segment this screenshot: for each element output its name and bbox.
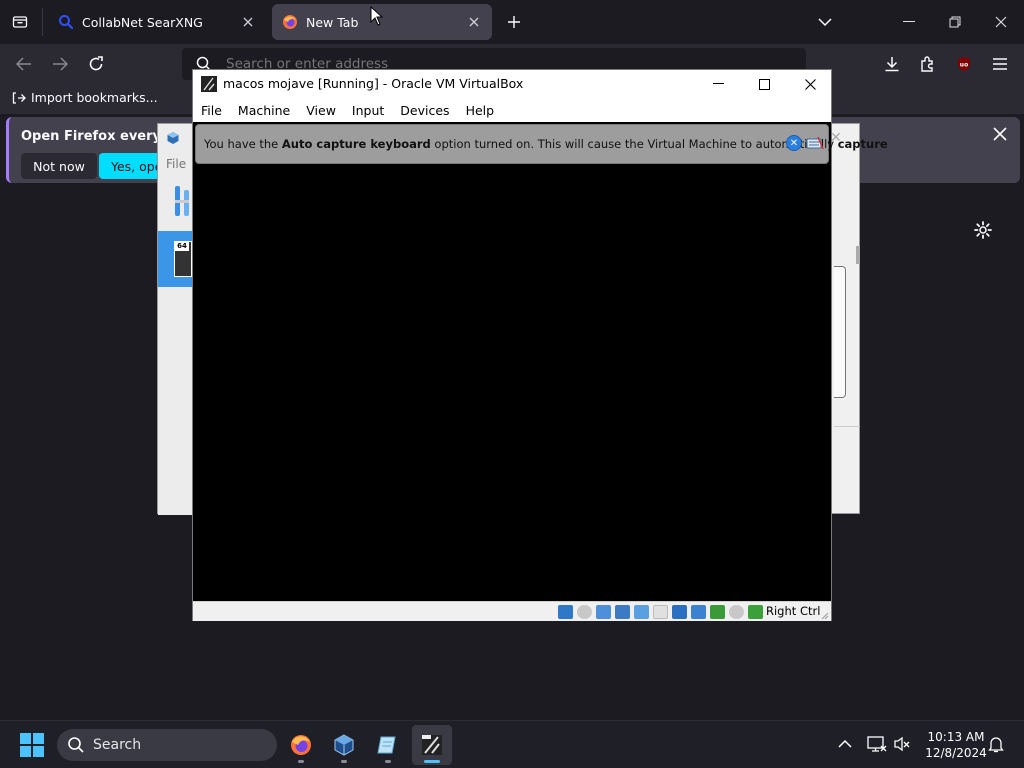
windows-start-icon[interactable]: [20, 733, 44, 757]
vm-close-button[interactable]: [787, 70, 833, 98]
firefox-view-icon[interactable]: [8, 10, 32, 34]
system-clock[interactable]: 10:13 AM 12/8/2024: [916, 729, 996, 761]
back-button[interactable]: [10, 50, 38, 78]
notifications-bell-icon[interactable]: [987, 735, 1005, 753]
virtualbox-icon: [334, 734, 354, 756]
firefox-favicon-icon: [282, 14, 298, 30]
notepad-icon: [377, 736, 396, 754]
extensions-puzzle-icon[interactable]: [914, 50, 942, 78]
search-icon: [68, 737, 84, 753]
vm-app-icon: [422, 735, 442, 755]
network-icon[interactable]: [615, 605, 630, 619]
close-banner-icon[interactable]: ✕: [786, 135, 802, 151]
menu-file[interactable]: File: [201, 103, 222, 118]
vm-menu-bar: File Machine View Input Devices Help: [193, 98, 831, 122]
recording-icon[interactable]: [710, 605, 725, 619]
network-icon[interactable]: [867, 735, 887, 753]
divider: [834, 426, 860, 427]
taskbar-virtualbox[interactable]: [324, 725, 364, 765]
menu-devices[interactable]: Devices: [400, 103, 449, 118]
tab-collabnet-searxng[interactable]: CollabNet SearXNG: [48, 4, 266, 40]
running-indicator: [341, 760, 347, 763]
vm-title-bar[interactable]: macos mojave [Running] - Oracle VM Virtu…: [193, 70, 831, 98]
vm-status-bar: Right Ctrl: [193, 601, 831, 621]
tab-title: New Tab: [306, 14, 359, 30]
shared-folders-icon[interactable]: [653, 605, 668, 619]
taskbar-search[interactable]: Search: [57, 729, 277, 761]
hard-disk-icon[interactable]: [558, 605, 573, 619]
running-indicator: [298, 760, 304, 763]
import-bookmarks-button[interactable]: Import bookmarks...: [12, 90, 158, 105]
close-window-button[interactable]: [978, 0, 1024, 44]
keyboard-capture-icon[interactable]: [748, 605, 763, 619]
clock-time: 10:13 AM: [927, 730, 985, 744]
restore-window-button[interactable]: [932, 0, 978, 44]
do-not-show-again-icon[interactable]: [806, 135, 824, 151]
vm-minimize-button[interactable]: [695, 70, 741, 98]
active-indicator: [424, 760, 440, 763]
clock-date: 12/8/2024: [925, 746, 987, 760]
details-panel-edge: [834, 266, 846, 398]
forward-button[interactable]: [46, 50, 74, 78]
audio-icon[interactable]: [596, 605, 611, 619]
list-all-tabs-chevron-down-icon[interactable]: [814, 11, 836, 33]
minimize-window-button[interactable]: [886, 0, 932, 44]
vm-maximize-button[interactable]: [741, 70, 787, 98]
magnifier-favicon-icon: [58, 14, 74, 30]
vm-app-icon: [201, 76, 217, 92]
close-tab-icon[interactable]: [466, 14, 482, 30]
manager-scrollbar[interactable]: [856, 246, 860, 264]
not-now-button[interactable]: Not now: [21, 153, 97, 179]
vm-list-sidebar: [158, 124, 194, 515]
tools-icon[interactable]: [173, 184, 193, 218]
close-notification-icon[interactable]: [993, 127, 1013, 147]
vm-64bit-badge: 64: [175, 242, 189, 251]
taskbar: Search 10:13 AM 12/8/2024: [0, 720, 1024, 768]
vm-window-title: macos mojave [Running] - Oracle VM Virtu…: [223, 76, 524, 91]
tab-strip: CollabNet SearXNG New Tab: [0, 0, 1024, 44]
close-tab-icon[interactable]: [240, 14, 256, 30]
new-tab-plus-icon[interactable]: [503, 11, 525, 33]
hamburger-menu-icon[interactable]: [986, 50, 1014, 78]
host-key-label: Right Ctrl: [766, 604, 821, 618]
virtualbox-logo-icon: [166, 131, 180, 145]
firefox-icon: [291, 735, 311, 755]
ublock-origin-icon[interactable]: uo: [950, 50, 978, 78]
mouse-cursor-icon: [370, 6, 384, 26]
reload-button[interactable]: [82, 50, 110, 78]
mouse-integration-icon[interactable]: [729, 605, 744, 619]
menu-input[interactable]: Input: [352, 103, 384, 118]
svg-text:uo: uo: [960, 62, 968, 69]
manager-file-menu[interactable]: File: [166, 157, 186, 171]
new-tab-settings-gear-icon[interactable]: [972, 219, 994, 241]
resize-grip-icon[interactable]: [819, 610, 829, 620]
video-capture-icon[interactable]: [691, 605, 706, 619]
tab-title: CollabNet SearXNG: [82, 14, 203, 30]
search-label: Search: [93, 737, 142, 753]
menu-help[interactable]: Help: [466, 103, 495, 118]
auto-capture-keyboard-banner: You have the Auto capture keyboard optio…: [195, 124, 888, 164]
display-icon[interactable]: [672, 605, 687, 619]
menu-view[interactable]: View: [306, 103, 336, 118]
taskbar-firefox[interactable]: [281, 725, 321, 765]
downloads-button[interactable]: [878, 50, 906, 78]
vm-window[interactable]: macos mojave [Running] - Oracle VM Virtu…: [192, 69, 888, 621]
vm-display[interactable]: [193, 122, 831, 601]
import-icon: [12, 91, 26, 104]
menu-machine[interactable]: Machine: [238, 103, 290, 118]
volume-muted-icon[interactable]: [893, 735, 911, 753]
tab-divider: [42, 8, 43, 36]
running-indicator: [385, 760, 391, 763]
show-hidden-icons-chevron-up-icon[interactable]: [836, 735, 854, 753]
usb-icon[interactable]: [634, 605, 649, 619]
optical-drive-icon[interactable]: [577, 605, 592, 619]
import-bookmarks-label: Import bookmarks...: [31, 90, 158, 105]
taskbar-notepad[interactable]: [368, 725, 408, 765]
taskbar-vm-window[interactable]: [412, 725, 452, 765]
